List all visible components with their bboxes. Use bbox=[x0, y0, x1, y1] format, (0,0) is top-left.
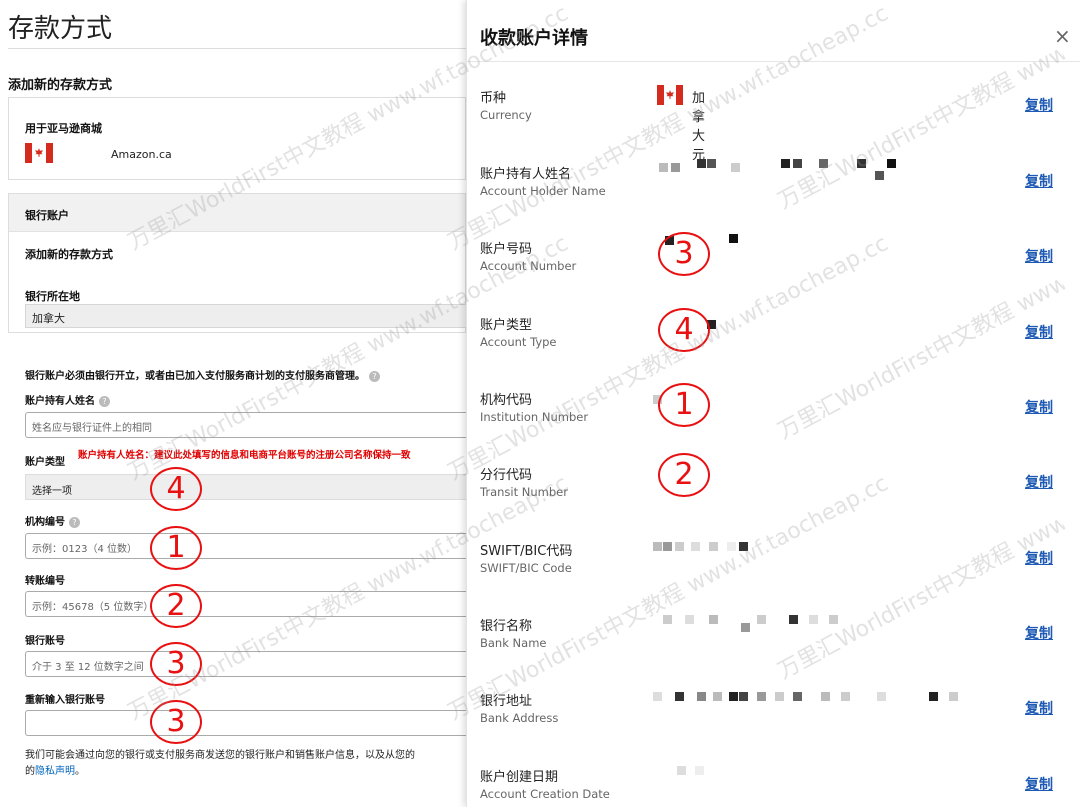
copy-button[interactable]: 复制 bbox=[1025, 171, 1053, 191]
detail-row-account-holder-name: 账户持有人姓名 Account Holder Name 复制 bbox=[467, 159, 1080, 238]
canada-flag-icon bbox=[25, 143, 53, 163]
bank-location-select[interactable]: 加拿大 bbox=[25, 304, 466, 328]
reenter-account-number-label: 重新输入银行账号 bbox=[25, 695, 105, 706]
bank-notice: 银行账户必须由银行开立，或者由已加入支付服务商计划的支付服务商管理。? bbox=[25, 367, 380, 382]
holder-name-advice-note: 账户持有人姓名：建议此处填写的信息和电商平台账号的注册公司名称保持一致 bbox=[78, 450, 411, 461]
bank-account-number-label: 银行账号 bbox=[25, 636, 65, 647]
reenter-account-number-input[interactable] bbox=[25, 710, 466, 736]
detail-label-zh: 账户号码 bbox=[480, 242, 533, 257]
copy-button[interactable]: 复制 bbox=[1025, 322, 1053, 342]
detail-row-currency: 币种 Currency 加拿大元 复制 bbox=[467, 85, 1080, 163]
detail-row-bank-name: 银行名称 Bank Name 复制 bbox=[467, 615, 1080, 690]
detail-row-swift-bic: SWIFT/BIC代码 SWIFT/BIC Code 复制 bbox=[467, 540, 1080, 615]
disclaimer-prefix: 的 bbox=[25, 766, 35, 777]
transit-number-label: 转账编号 bbox=[25, 576, 65, 587]
detail-label-zh: 账户创建日期 bbox=[480, 770, 559, 785]
bank-account-card: 银行账户 添加新的存款方式 银行所在地 加拿大 bbox=[8, 193, 466, 333]
holder-name-label-text: 账户持有人姓名 bbox=[25, 396, 95, 407]
detail-label-zh: 银行地址 bbox=[480, 694, 533, 709]
copy-button[interactable]: 复制 bbox=[1025, 623, 1053, 643]
institution-number-label-text: 机构编号 bbox=[25, 517, 65, 528]
detail-label-zh: 账户持有人姓名 bbox=[480, 167, 572, 182]
receiving-account-details-drawer: 收款账户详情 × 币种 Currency 加拿大元 复制 账户持有人姓名 Acc… bbox=[466, 0, 1080, 807]
drawer-title: 收款账户详情 bbox=[480, 28, 588, 49]
detail-label-zh: 分行代码 bbox=[480, 468, 533, 483]
holder-name-label: 账户持有人姓名? bbox=[25, 392, 110, 407]
annotation-circle-2: 2 bbox=[658, 453, 710, 497]
annotation-circle-4: 4 bbox=[658, 308, 710, 352]
holder-name-input[interactable]: 姓名应与银行证件上的相同 bbox=[25, 412, 466, 438]
store-label: 用于亚马逊商城 bbox=[25, 122, 102, 135]
info-icon[interactable]: ? bbox=[369, 370, 380, 382]
store-card: 用于亚马逊商城 Amazon.ca bbox=[8, 97, 466, 180]
copy-button[interactable]: 复制 bbox=[1025, 472, 1053, 492]
detail-label-en: Account Holder Name bbox=[480, 184, 606, 198]
section-title: 添加新的存款方式 bbox=[8, 78, 113, 93]
detail-label-zh: 银行名称 bbox=[480, 619, 533, 634]
annotation-circle-3: 3 bbox=[658, 232, 710, 276]
detail-label-en: Transit Number bbox=[480, 485, 568, 499]
institution-number-label: 机构编号? bbox=[25, 513, 80, 528]
detail-label-zh: 机构代码 bbox=[480, 393, 533, 408]
close-icon[interactable]: × bbox=[1054, 24, 1071, 48]
detail-label-en: Currency bbox=[480, 108, 532, 122]
annotation-circle-3: 3 bbox=[150, 700, 202, 744]
detail-row-account-type: 账户类型 Account Type 复制 bbox=[467, 314, 1080, 389]
detail-row-account-number: 账户号码 Account Number 复制 bbox=[467, 234, 1080, 313]
bank-account-header-label: 银行账户 bbox=[25, 209, 69, 222]
bank-location-label: 银行所在地 bbox=[25, 290, 80, 303]
copy-button[interactable]: 复制 bbox=[1025, 774, 1053, 794]
detail-label-en: Account Type bbox=[480, 335, 557, 349]
annotation-circle-4: 4 bbox=[150, 467, 202, 511]
privacy-statement-link[interactable]: 隐私声明 bbox=[35, 766, 75, 777]
title-divider bbox=[8, 48, 466, 49]
bank-account-number-input[interactable]: 介于 3 至 12 位数字之间 bbox=[25, 651, 466, 677]
account-type-label: 账户类型 bbox=[25, 457, 65, 468]
annotation-circle-3: 3 bbox=[150, 642, 202, 686]
annotation-circle-1: 1 bbox=[658, 383, 710, 427]
detail-label-en: SWIFT/BIC Code bbox=[480, 561, 572, 575]
disclaimer: 我们可能会通过向您的银行或支付服务商发送您的银行账户和销售账户信息，以及从您的 … bbox=[25, 748, 465, 780]
detail-row-institution-number: 机构代码 Institution Number 复制 bbox=[467, 389, 1080, 464]
detail-label-zh: SWIFT/BIC代码 bbox=[480, 544, 573, 559]
info-icon[interactable]: ? bbox=[69, 516, 80, 528]
detail-label-zh: 账户类型 bbox=[480, 318, 533, 333]
disclaimer-suffix: 。 bbox=[75, 766, 85, 777]
disclaimer-line: 我们可能会通过向您的银行或支付服务商发送您的银行账户和销售账户信息，以及从您的 bbox=[25, 750, 415, 761]
info-icon[interactable]: ? bbox=[99, 395, 110, 407]
annotation-circle-1: 1 bbox=[150, 526, 202, 570]
page-title: 存款方式 bbox=[8, 14, 113, 44]
bank-notice-text: 银行账户必须由银行开立，或者由已加入支付服务商计划的支付服务商管理。 bbox=[25, 371, 365, 382]
canada-flag-icon bbox=[657, 85, 683, 105]
add-new-method-label: 添加新的存款方式 bbox=[25, 248, 113, 261]
copy-button[interactable]: 复制 bbox=[1025, 246, 1053, 266]
copy-button[interactable]: 复制 bbox=[1025, 548, 1053, 568]
institution-number-input[interactable]: 示例：0123（4 位数） bbox=[25, 533, 466, 559]
drawer-divider bbox=[467, 61, 1080, 62]
detail-row-account-creation-date: 账户创建日期 Account Creation Date 复制 bbox=[467, 766, 1080, 807]
deposit-method-page: 存款方式 添加新的存款方式 用于亚马逊商城 Amazon.ca 银行账户 添加新… bbox=[0, 0, 466, 807]
copy-button[interactable]: 复制 bbox=[1025, 397, 1053, 417]
detail-row-bank-address: 银行地址 Bank Address 复制 bbox=[467, 690, 1080, 765]
detail-label-en: Account Number bbox=[480, 259, 577, 273]
transit-number-input[interactable]: 示例：45678（5 位数字） bbox=[25, 591, 466, 617]
detail-label-zh: 币种 bbox=[480, 91, 507, 106]
account-type-select[interactable]: 选择一项 bbox=[25, 474, 466, 500]
detail-label-en: Bank Name bbox=[480, 636, 547, 650]
bank-account-header[interactable]: 银行账户 bbox=[9, 194, 465, 232]
currency-name: 加拿大元 bbox=[692, 91, 706, 163]
copy-button[interactable]: 复制 bbox=[1025, 95, 1053, 115]
detail-label-en: Institution Number bbox=[480, 410, 589, 424]
annotation-circle-2: 2 bbox=[150, 584, 202, 628]
detail-label-en: Account Creation Date bbox=[480, 787, 610, 801]
copy-button[interactable]: 复制 bbox=[1025, 698, 1053, 718]
detail-label-en: Bank Address bbox=[480, 711, 559, 725]
disclaimer-line-2: 的隐私声明。 bbox=[25, 764, 465, 780]
store-name: Amazon.ca bbox=[111, 148, 172, 161]
detail-row-transit-number: 分行代码 Transit Number 复制 bbox=[467, 464, 1080, 539]
